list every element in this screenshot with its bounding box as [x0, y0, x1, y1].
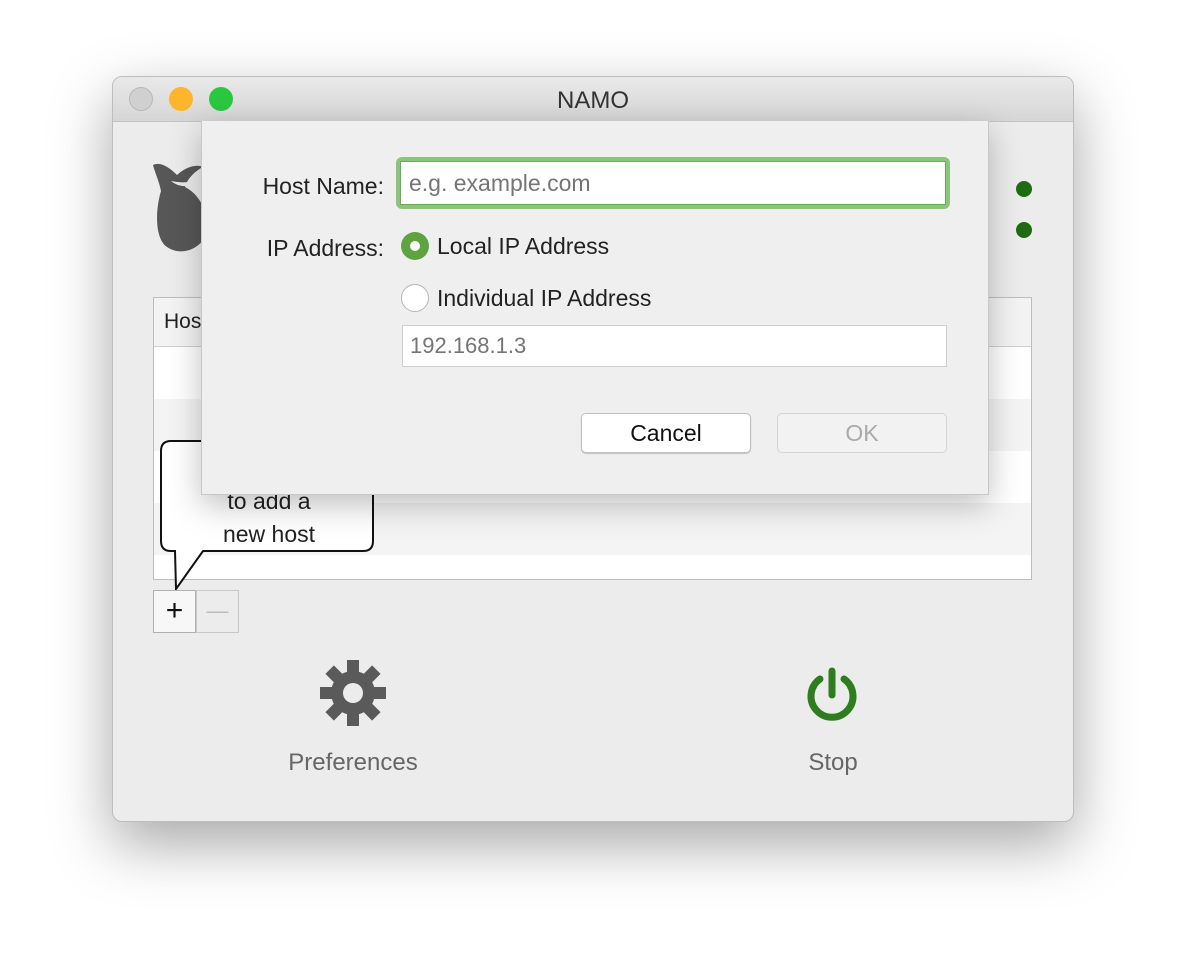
- stop-button[interactable]: Stop: [733, 749, 933, 777]
- radio-label: Individual IP Address: [437, 284, 652, 311]
- radio-selected-icon[interactable]: [401, 232, 429, 260]
- add-host-sheet: Host Name: IP Address: Local IP Address …: [201, 121, 989, 495]
- remove-host-button[interactable]: —: [196, 590, 239, 633]
- window-title: NAMO: [557, 87, 629, 114]
- cancel-button[interactable]: Cancel: [581, 413, 751, 453]
- column-header-host[interactable]: Hos: [164, 310, 201, 334]
- radio-individual-ip[interactable]: Individual IP Address: [401, 284, 651, 312]
- host-name-label: Host Name:: [262, 173, 384, 199]
- ok-button[interactable]: OK: [777, 413, 947, 453]
- host-name-input[interactable]: [400, 161, 946, 205]
- tooltip-line: new host: [222, 521, 316, 547]
- status-dot: [1016, 222, 1032, 238]
- radio-local-ip[interactable]: Local IP Address: [401, 232, 609, 260]
- radio-label: Local IP Address: [437, 232, 610, 259]
- ip-address-input[interactable]: [402, 325, 947, 367]
- status-dot: [1016, 181, 1032, 197]
- power-icon[interactable]: [803, 667, 861, 725]
- radio-unselected-icon[interactable]: [401, 284, 429, 312]
- add-host-button[interactable]: +: [153, 590, 196, 633]
- preferences-button[interactable]: Preferences: [253, 749, 453, 777]
- app-window: NAMO r s Hos to add a new host + —: [112, 76, 1074, 822]
- title-bar: NAMO: [113, 77, 1073, 122]
- gear-icon[interactable]: [319, 659, 387, 727]
- ip-address-label: IP Address:: [266, 235, 384, 261]
